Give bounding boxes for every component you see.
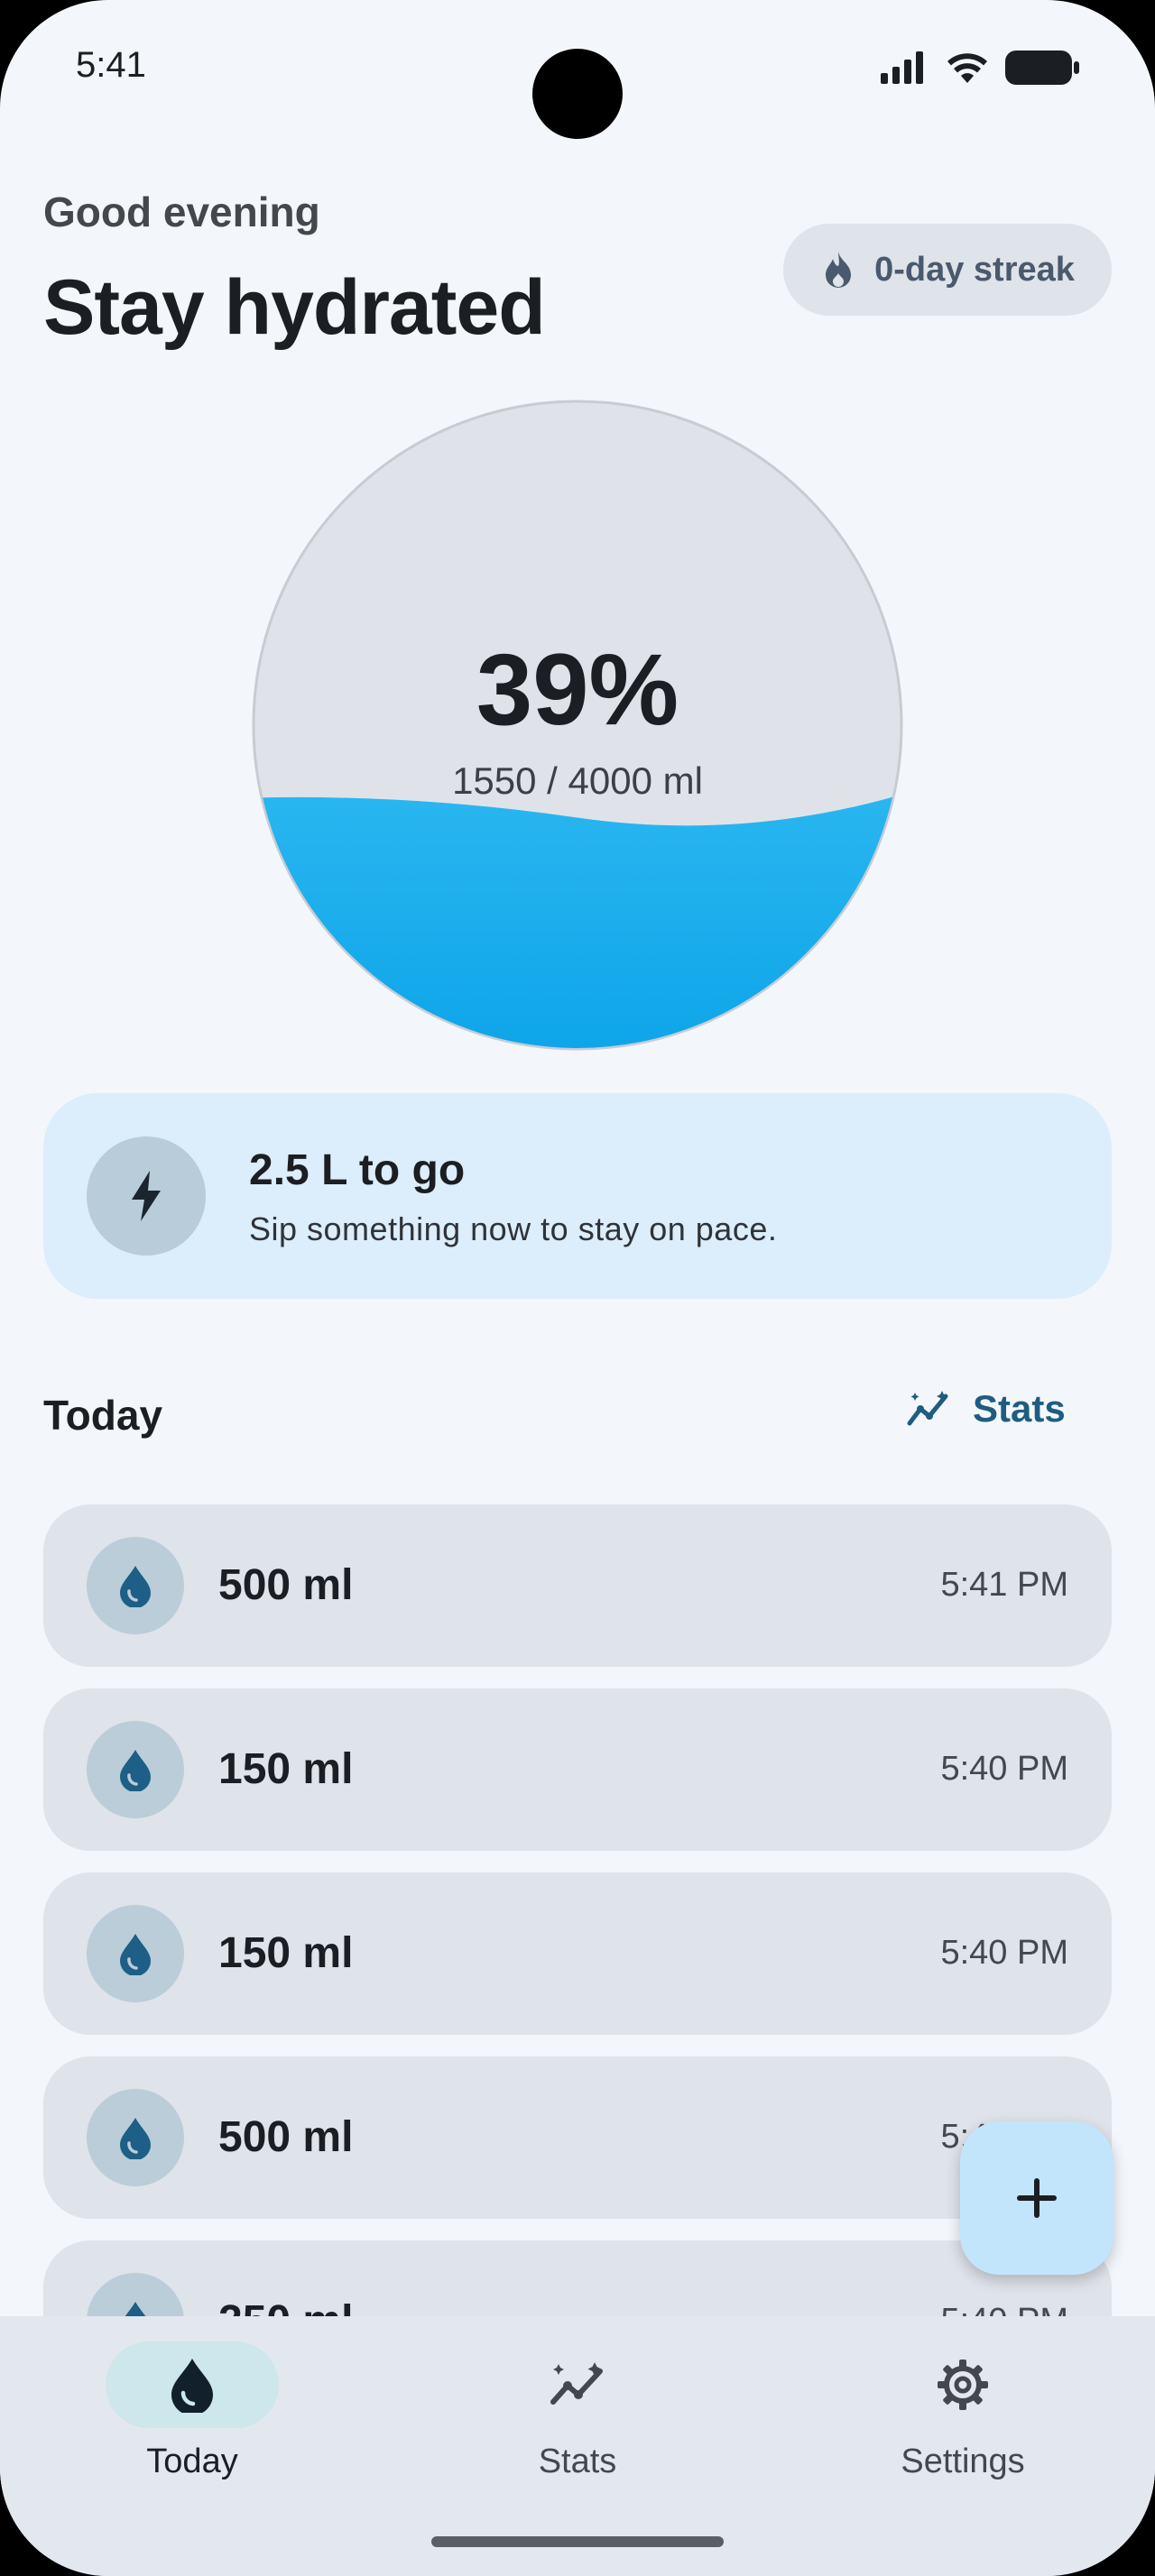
entry-amount: 500 ml — [218, 2113, 354, 2161]
flame-icon — [826, 252, 852, 288]
tip-title: 2.5 L to go — [249, 1146, 466, 1194]
water-drop-icon — [125, 2302, 146, 2316]
entry-icon-circle — [87, 2089, 184, 2186]
progress-amount: 1550 / 4000 ml — [452, 759, 703, 802]
remaining-tip-card: 2.5 L to go Sip something now to stay on… — [43, 1093, 1112, 1299]
tip-subtitle: Sip something now to stay on pace. — [249, 1210, 778, 1247]
bolt-icon — [132, 1171, 161, 1221]
entry-icon-circle — [87, 1905, 184, 2002]
entry-time: 5:40 PM — [940, 2302, 1068, 2316]
entry-amount: 150 ml — [218, 1929, 354, 1977]
wifi-icon — [947, 53, 987, 83]
water-fill — [254, 794, 901, 1048]
nav-active-indicator — [106, 2341, 279, 2428]
nav-icon-container — [491, 2341, 664, 2428]
nav-item-settings[interactable]: Settings — [827, 2341, 1098, 2504]
entry-icon-circle — [87, 1721, 184, 1818]
nav-label-settings: Settings — [901, 2443, 1025, 2480]
today-section-title: Today — [43, 1392, 163, 1439]
entry-amount: 150 ml — [218, 1745, 354, 1793]
progress-percent: 39% — [476, 633, 679, 746]
water-drop-icon — [120, 1566, 151, 1607]
water-drop-icon — [120, 2118, 151, 2159]
plus-icon — [1017, 2178, 1057, 2218]
list-item[interactable]: 150 ml 5:40 PM — [43, 1688, 1112, 1851]
gear-icon — [938, 2360, 988, 2410]
nav-item-stats[interactable]: Stats — [442, 2341, 713, 2504]
greeting-text: Good evening — [43, 189, 320, 235]
nav-label-stats: Stats — [538, 2443, 617, 2480]
intake-list: 500 ml 5:41 PM 150 ml 5:40 PM 150 ml 5:4… — [43, 1504, 1112, 2316]
entry-time: 5:40 PM — [940, 1750, 1068, 1788]
status-icons — [881, 51, 1079, 85]
water-drop-icon — [120, 1934, 151, 1975]
battery-icon — [1005, 51, 1079, 85]
list-item[interactable]: 150 ml 5:40 PM — [43, 1872, 1112, 2035]
chart-icon — [550, 2362, 603, 2405]
list-item[interactable]: 500 ml 5:41 PM — [43, 1504, 1112, 1667]
chart-icon — [907, 1391, 948, 1426]
stats-link-label: Stats — [973, 1387, 1066, 1430]
page-title: Stay hydrated — [43, 264, 546, 351]
app-screen: 5:41 Good evening Stay hydrated 0-day st… — [0, 0, 1155, 2576]
entry-icon-circle — [87, 2273, 184, 2316]
nav-label-today: Today — [146, 2443, 238, 2480]
signal-icon — [881, 51, 923, 84]
nav-icon-container — [876, 2341, 1049, 2428]
stats-link-button[interactable]: Stats — [906, 1387, 1066, 1431]
camera-cutout — [532, 49, 623, 139]
entry-icon-circle — [87, 1537, 184, 1634]
home-indicator[interactable] — [431, 2536, 724, 2547]
streak-badge[interactable]: 0-day streak — [783, 224, 1112, 316]
progress-circle: 39% 1550 / 4000 ml — [251, 399, 904, 1052]
status-time: 5:41 — [76, 45, 146, 85]
tip-icon-circle — [87, 1136, 206, 1256]
water-drop-icon — [120, 1750, 151, 1791]
entry-amount: 250 ml — [218, 2296, 353, 2316]
water-drop-icon — [171, 2359, 213, 2413]
entry-time: 5:40 PM — [940, 1934, 1068, 1972]
entry-amount: 500 ml — [218, 1561, 354, 1609]
list-item[interactable]: 250 ml 5:40 PM — [43, 2240, 1112, 2316]
list-item[interactable]: 500 ml 5:40 PM — [43, 2056, 1112, 2219]
streak-label: 0-day streak — [874, 250, 1075, 289]
entry-time: 5:41 PM — [940, 1566, 1068, 1604]
nav-item-today[interactable]: Today — [57, 2341, 328, 2504]
add-intake-button[interactable] — [960, 2121, 1113, 2275]
